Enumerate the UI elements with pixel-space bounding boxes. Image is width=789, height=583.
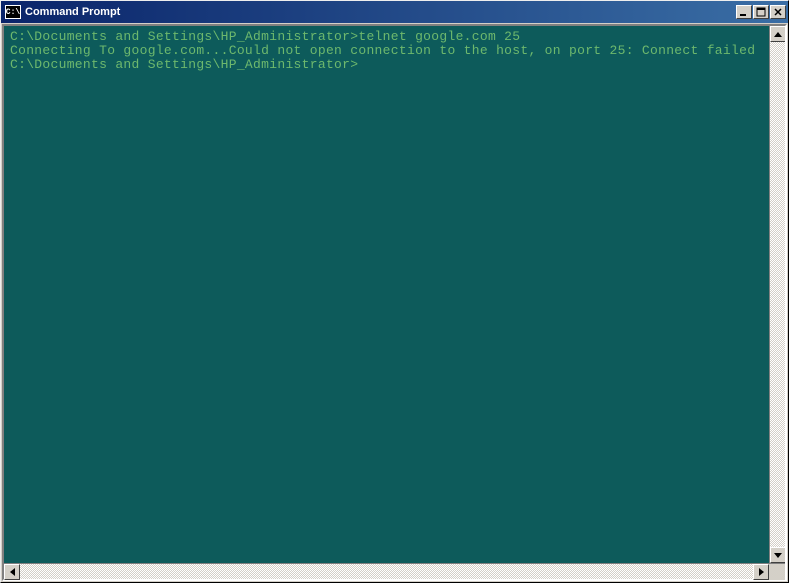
system-menu-icon[interactable]: C:\ (5, 5, 21, 19)
arrow-right-icon (759, 568, 764, 576)
content-area: C:\Documents and Settings\HP_Administrat… (2, 24, 787, 581)
scroll-down-button[interactable] (770, 547, 785, 563)
minimize-button[interactable] (736, 5, 752, 19)
arrow-left-icon (10, 568, 15, 576)
scroll-track-horizontal[interactable] (20, 564, 753, 579)
terminal-line: C:\Documents and Settings\HP_Administrat… (10, 30, 763, 44)
close-button[interactable] (770, 5, 786, 19)
vertical-scrollbar[interactable] (769, 26, 785, 563)
scroll-track-vertical[interactable] (770, 42, 785, 547)
cmd-icon-text: C:\ (6, 8, 20, 17)
scroll-right-button[interactable] (753, 564, 769, 580)
maximize-button[interactable] (753, 5, 769, 19)
horizontal-scrollbar[interactable] (4, 563, 785, 579)
scroll-left-button[interactable] (4, 564, 20, 580)
arrow-down-icon (774, 553, 782, 558)
terminal-output[interactable]: C:\Documents and Settings\HP_Administrat… (4, 26, 769, 563)
window-title: Command Prompt (25, 6, 736, 18)
command-prompt-window: C:\ Command Prompt C:\Documents and Sett… (0, 0, 789, 583)
titlebar[interactable]: C:\ Command Prompt (1, 1, 788, 23)
terminal-line: C:\Documents and Settings\HP_Administrat… (10, 58, 763, 72)
terminal-line: Connecting To google.com...Could not ope… (10, 44, 763, 58)
scroll-up-button[interactable] (770, 26, 785, 42)
scrollbar-corner (769, 564, 785, 580)
arrow-up-icon (774, 32, 782, 37)
window-controls (736, 5, 786, 19)
terminal-wrapper: C:\Documents and Settings\HP_Administrat… (4, 26, 785, 563)
